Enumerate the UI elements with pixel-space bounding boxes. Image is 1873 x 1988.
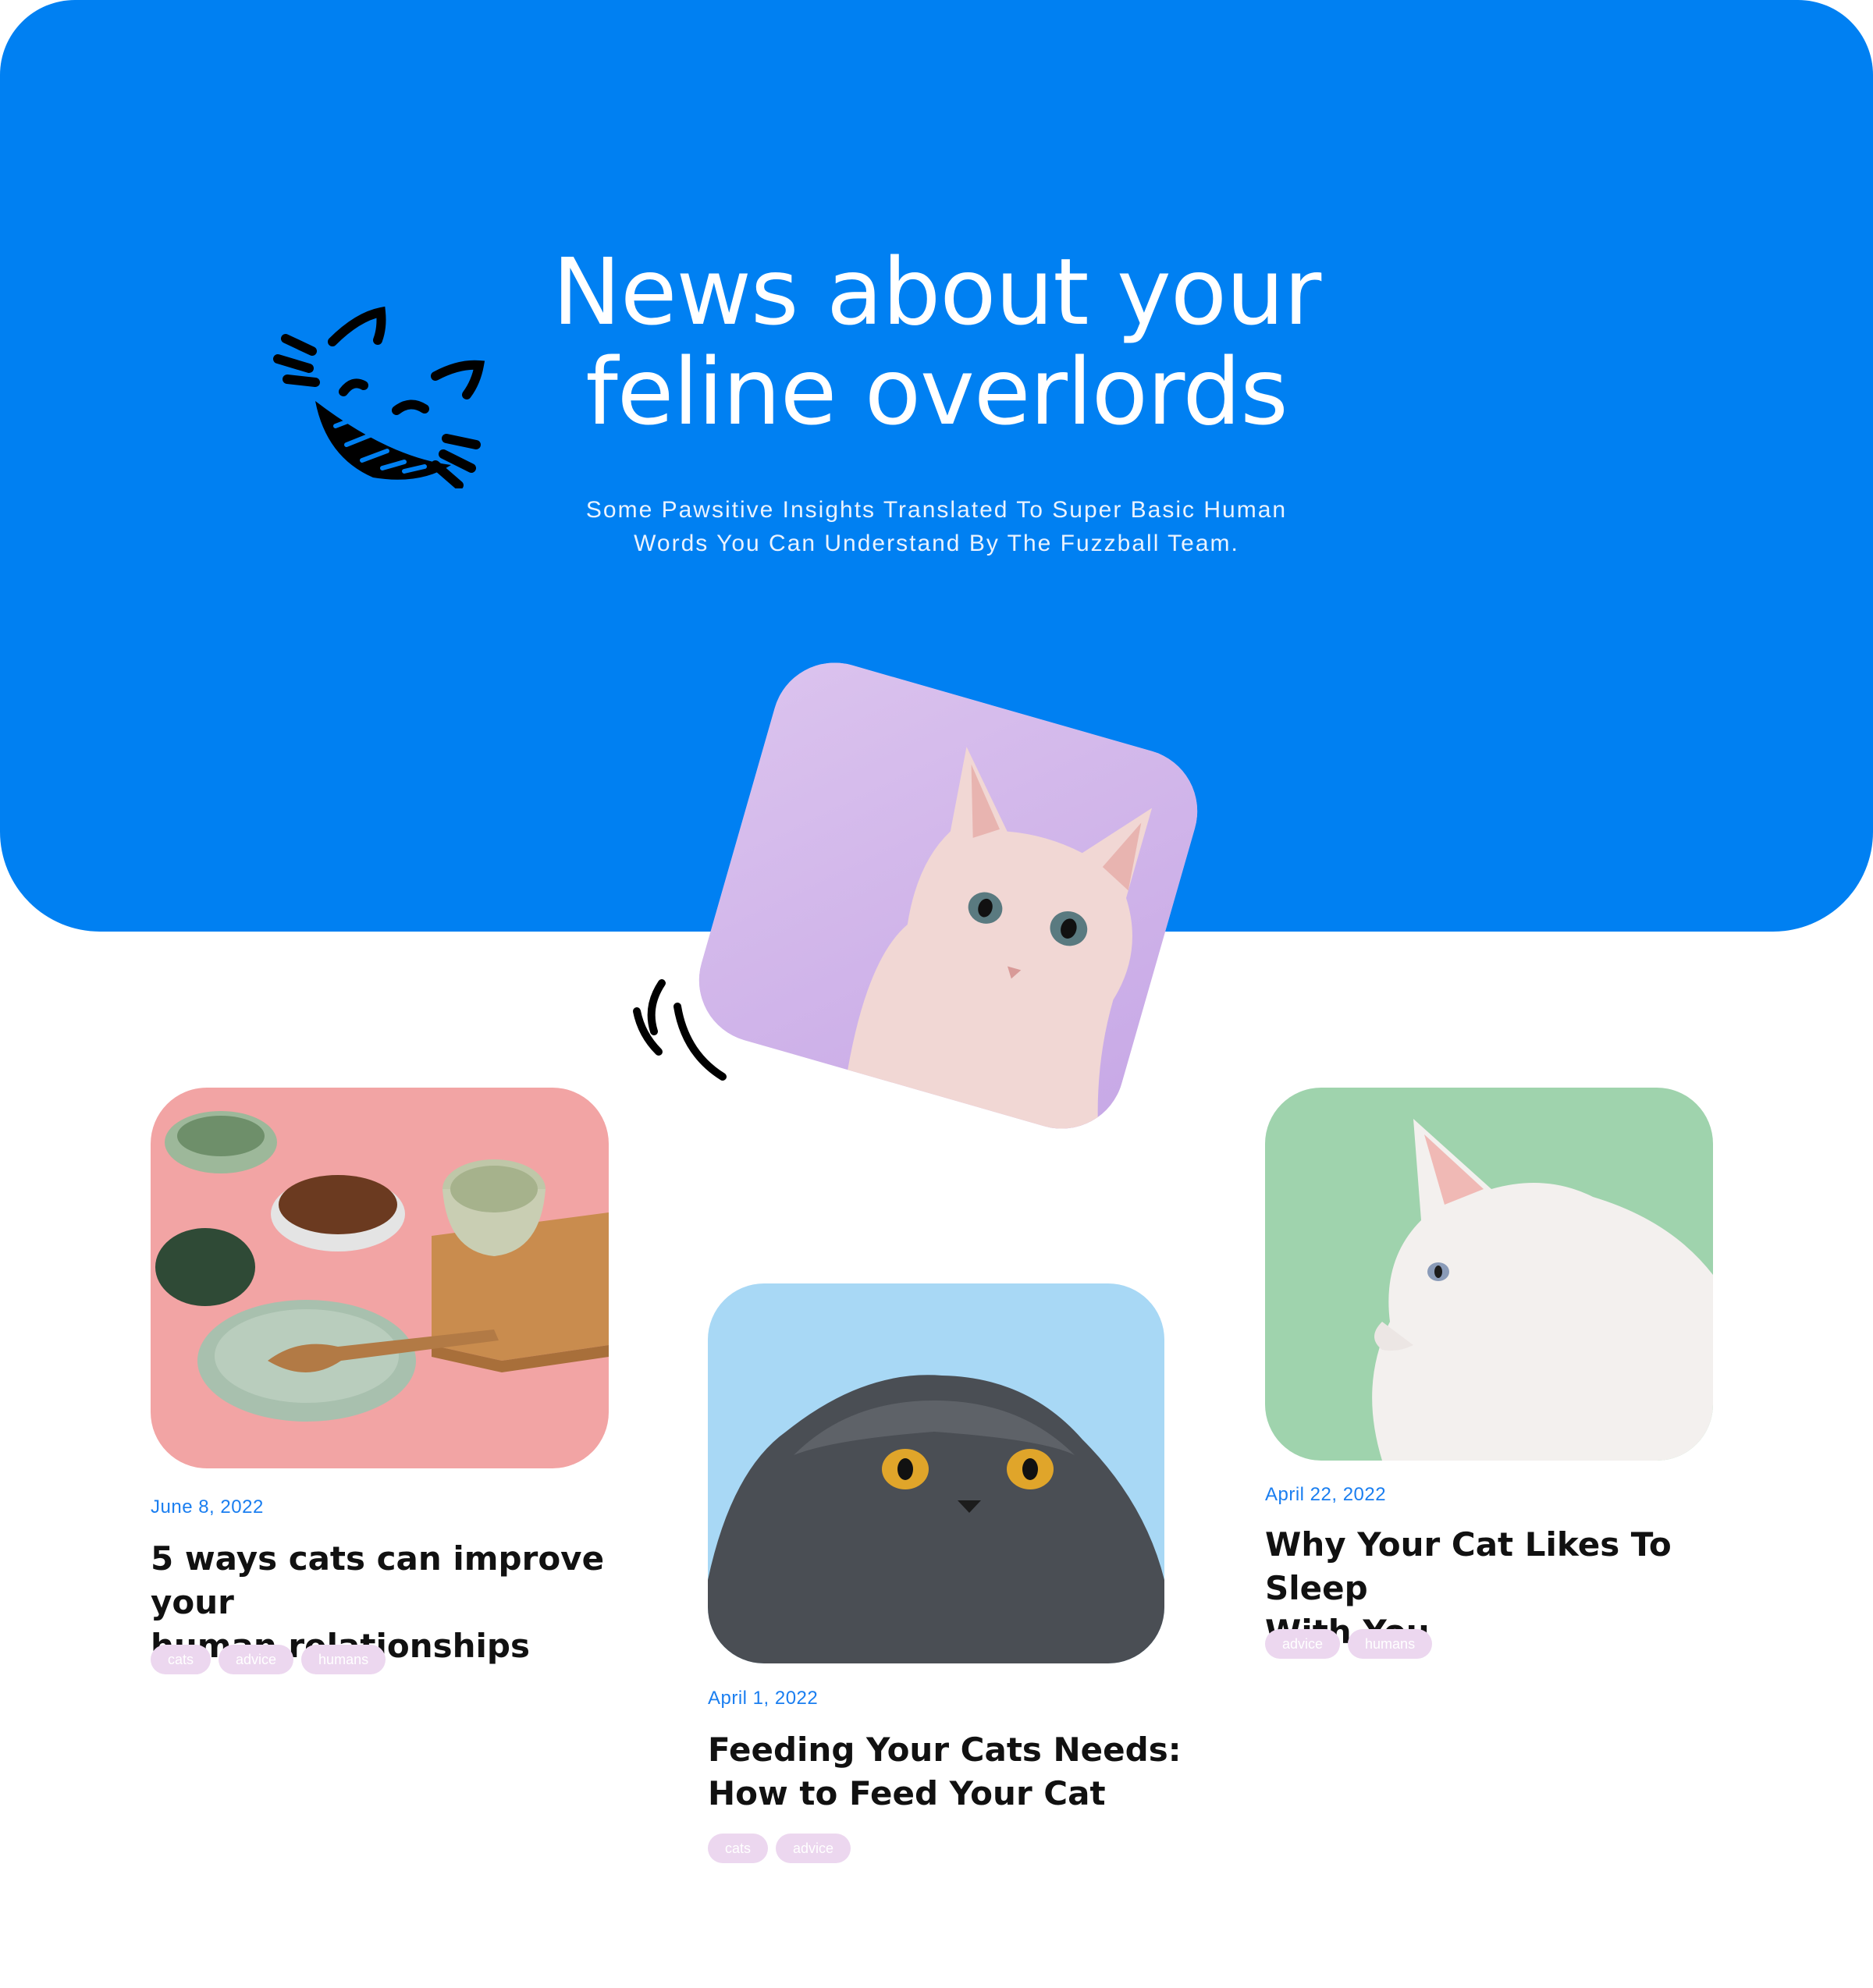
post-tags: advice humans — [1265, 1629, 1433, 1659]
post-title-line-1[interactable]: Why Your Cat Likes To Sleep — [1265, 1525, 1672, 1607]
tag-cats[interactable]: cats — [151, 1645, 211, 1674]
post-image-white-cat[interactable] — [1265, 1088, 1713, 1461]
tag-humans[interactable]: humans — [301, 1645, 386, 1674]
tag-advice[interactable]: advice — [776, 1834, 851, 1863]
tag-advice[interactable]: advice — [219, 1645, 294, 1674]
post-title-line-1[interactable]: Feeding Your Cats Needs: — [708, 1731, 1182, 1769]
page-title: News about your feline overlords — [468, 242, 1405, 442]
title-line-2: feline overlords — [585, 338, 1288, 446]
post-title-line-1[interactable]: 5 ways cats can improve your — [151, 1539, 604, 1621]
post-image-bowls[interactable] — [151, 1088, 609, 1468]
grinning-cat-mascot-icon — [272, 301, 490, 488]
post-date: April 1, 2022 — [708, 1688, 819, 1709]
post-image-grey-cat[interactable] — [708, 1283, 1164, 1663]
post-card[interactable]: April 22, 2022 Why Your Cat Likes To Sle… — [1265, 1088, 1733, 1681]
post-card[interactable]: April 1, 2022 Feeding Your Cats Needs: H… — [708, 1283, 1182, 1876]
motion-lines-icon — [631, 975, 732, 1085]
subtitle-line-2: Words You Can Understand By The Fuzzball… — [634, 531, 1239, 556]
post-date: June 8, 2022 — [151, 1496, 264, 1518]
subtitle-line-1: Some Pawsitive Insights Translated To Su… — [585, 497, 1288, 523]
post-card[interactable]: June 8, 2022 5 ways cats can improve you… — [151, 1088, 611, 1681]
post-date: April 22, 2022 — [1265, 1484, 1387, 1505]
tag-advice[interactable]: advice — [1265, 1629, 1341, 1659]
title-line-1: News about your — [552, 238, 1322, 346]
page-subtitle: Some Pawsitive Insights Translated To Su… — [546, 493, 1327, 560]
tag-humans[interactable]: humans — [1348, 1629, 1433, 1659]
post-title-line-2[interactable]: How to Feed Your Cat — [708, 1774, 1106, 1812]
post-tags: cats advice — [708, 1834, 851, 1863]
post-title[interactable]: Feeding Your Cats Needs: How to Feed You… — [708, 1728, 1192, 1816]
post-tags: cats advice humans — [151, 1645, 386, 1674]
tag-cats[interactable]: cats — [708, 1834, 769, 1863]
